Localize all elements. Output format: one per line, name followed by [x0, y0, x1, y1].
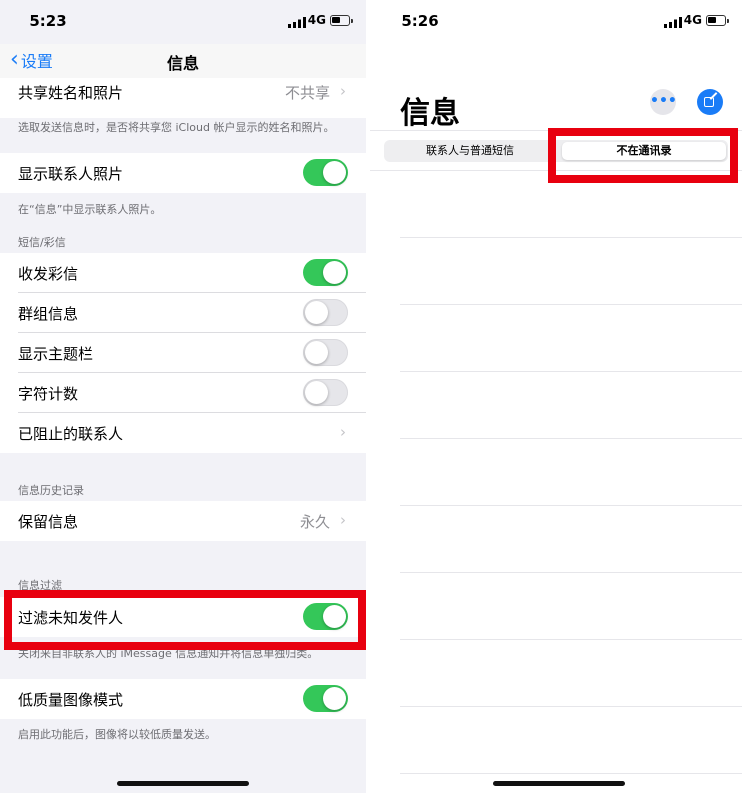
- blocked-contacts-row[interactable]: 已阻止的联系人 ›: [0, 413, 366, 453]
- low-quality-toggle[interactable]: [303, 685, 348, 712]
- status-time: 5:26: [401, 12, 439, 30]
- show-subject-toggle[interactable]: [303, 339, 348, 366]
- group-messaging-label: 群组信息: [18, 305, 79, 323]
- chevron-right-icon: ›: [340, 511, 346, 529]
- highlight-box: [4, 590, 366, 650]
- low-quality-row: 低质量图像模式: [0, 679, 366, 719]
- show-subject-row: 显示主题栏: [0, 333, 366, 373]
- char-count-label: 字符计数: [18, 385, 79, 403]
- show-contact-photos-label: 显示联系人照片: [18, 165, 124, 183]
- low-quality-note: 启用此功能后，图像将以较低质量发送。: [18, 728, 216, 741]
- share-name-value: 不共享: [284, 84, 330, 102]
- more-icon[interactable]: •••: [650, 89, 677, 115]
- sms-section-header: 短信/彩信: [18, 236, 66, 249]
- toggle-knob: [323, 261, 346, 284]
- toggle-knob: [323, 161, 346, 184]
- signal-icon: [288, 17, 306, 28]
- battery-icon: [330, 15, 353, 26]
- show-contact-photos-toggle[interactable]: [303, 159, 348, 186]
- share-name-label: 共享姓名和照片: [18, 84, 124, 102]
- home-indicator[interactable]: [117, 781, 249, 786]
- mms-label: 收发彩信: [18, 265, 79, 283]
- chevron-right-icon: ›: [340, 82, 346, 100]
- list-separator: [400, 438, 742, 439]
- nav-bar: ‹ 设置 信息: [0, 44, 366, 79]
- toggle-knob: [305, 301, 328, 324]
- group-messaging-toggle[interactable]: [303, 299, 348, 326]
- toggle-knob: [323, 687, 346, 710]
- status-bar: 5:23 4G: [0, 0, 366, 44]
- settings-screen: 5:23 4G ‹ 设置 信息 共享姓名和照片 不共享 › 选取发送信息时，是否…: [0, 0, 366, 793]
- status-time: 5:23: [29, 12, 67, 30]
- messages-screen: 5:26 4G 信息 ••• 联系人与普通短信 不在通讯录: [370, 0, 742, 793]
- list-separator: [400, 505, 742, 506]
- mms-row: 收发彩信: [0, 253, 366, 293]
- list-separator: [400, 572, 742, 573]
- char-count-row: 字符计数: [0, 373, 366, 413]
- keep-messages-label: 保留信息: [18, 513, 79, 531]
- mms-toggle[interactable]: [303, 259, 348, 286]
- segment-contacts-sms[interactable]: 联系人与普通短信: [384, 140, 556, 162]
- list-separator: [400, 237, 742, 238]
- chevron-right-icon: ›: [340, 423, 346, 441]
- signal-icon: [664, 17, 682, 28]
- history-section-header: 信息历史记录: [18, 484, 84, 497]
- toggle-knob: [305, 341, 328, 364]
- page-title: 信息: [400, 96, 460, 131]
- network-type: 4G: [307, 13, 326, 27]
- list-separator: [400, 304, 742, 305]
- toggle-knob: [305, 381, 328, 404]
- compose-icon[interactable]: [697, 89, 723, 115]
- show-contact-photos-row: 显示联系人照片: [0, 153, 366, 193]
- share-name-row[interactable]: 共享姓名和照片 不共享 ›: [0, 78, 366, 118]
- group-messaging-row: 群组信息: [0, 293, 366, 333]
- keep-messages-row[interactable]: 保留信息 永久 ›: [0, 501, 366, 541]
- list-separator: [400, 706, 742, 707]
- show-contact-photos-note: 在“信息”中显示联系人照片。: [18, 203, 162, 216]
- page-title: 信息: [166, 54, 199, 73]
- list-separator: [400, 639, 742, 640]
- home-indicator[interactable]: [493, 781, 625, 786]
- list-separator: [400, 371, 742, 372]
- list-separator: [400, 773, 742, 774]
- blocked-contacts-label: 已阻止的联系人: [18, 425, 124, 443]
- share-name-note: 选取发送信息时，是否将共享您 iCloud 帐户显示的姓名和照片。: [18, 121, 335, 134]
- char-count-toggle[interactable]: [303, 379, 348, 406]
- keep-messages-value: 永久: [299, 513, 330, 531]
- network-type: 4G: [683, 13, 702, 27]
- battery-icon: [706, 15, 729, 26]
- highlight-box: [548, 128, 738, 183]
- show-subject-label: 显示主题栏: [18, 345, 94, 363]
- low-quality-label: 低质量图像模式: [18, 691, 124, 709]
- status-bar: 5:26 4G: [370, 0, 742, 44]
